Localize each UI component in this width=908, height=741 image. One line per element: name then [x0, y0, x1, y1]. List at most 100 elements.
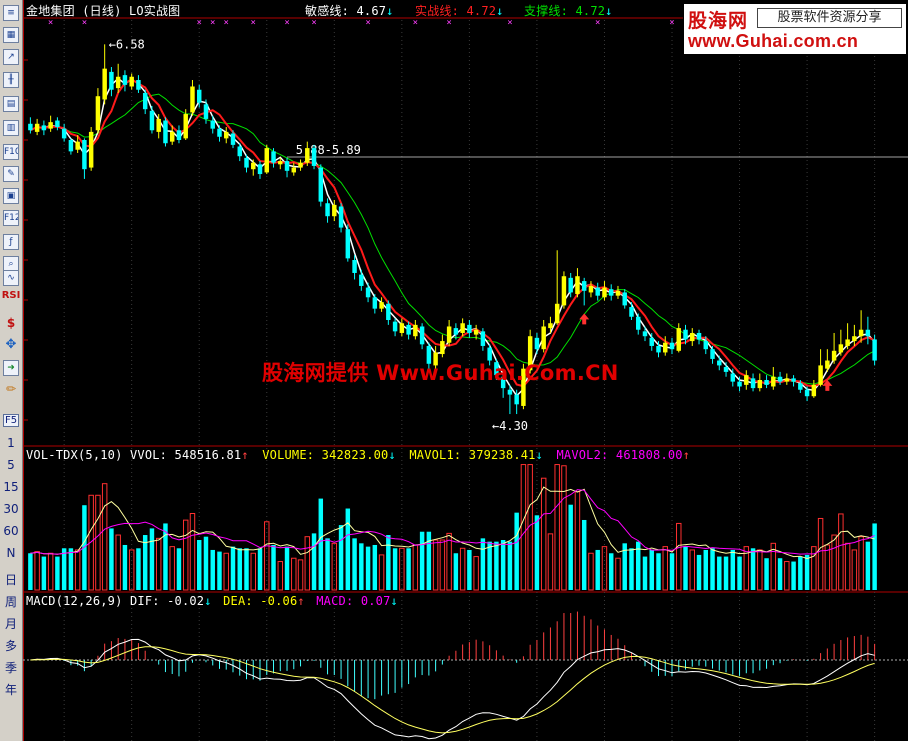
period-button-1[interactable]: 1: [0, 436, 22, 450]
period-button-12[interactable]: 年: [0, 681, 22, 698]
macd-header: MACD(12,26,9) DIF: -0.02↓ DEA: -0.06↑ MA…: [26, 594, 398, 608]
candle-body: [852, 336, 857, 342]
candle-body: [129, 76, 134, 87]
candle-body: [723, 367, 729, 372]
volume-bar: [764, 558, 769, 590]
formula-icon[interactable]: ƒ: [3, 234, 19, 250]
volume-bar: [432, 539, 439, 591]
candle-body: [291, 167, 297, 173]
candle-body: [48, 122, 53, 129]
support-value: 4.72: [575, 4, 606, 18]
volume-bar: [311, 533, 317, 590]
grid-icon[interactable]: ▦: [3, 27, 19, 43]
period-button-6[interactable]: N: [0, 546, 22, 560]
candle-body: [554, 303, 560, 324]
volume-bar: [703, 549, 709, 590]
candle-body: [163, 120, 168, 144]
candle-body: [656, 345, 661, 353]
guhai-logo[interactable]: 股海网 股票软件资源分享 www.Guhai.com.cn: [684, 4, 906, 54]
candle-body: [534, 337, 540, 350]
period-button-8[interactable]: 周: [0, 593, 22, 610]
money-icon[interactable]: $: [3, 316, 19, 332]
vol-header: VOL-TDX(5,10) VVOL: 548516.81↑ VOLUME: 3…: [26, 448, 690, 462]
candle-body: [703, 341, 709, 350]
period-button-10[interactable]: 多: [0, 637, 22, 654]
vol-title: VOL-TDX(5,10): [26, 448, 123, 462]
table-icon[interactable]: ▤: [3, 96, 19, 112]
period-button-11[interactable]: 季: [0, 659, 22, 676]
volume-bar: [277, 561, 284, 591]
rsi-icon[interactable]: RSI: [0, 290, 22, 301]
volume-bar: [554, 464, 560, 591]
volume-bar: [230, 546, 236, 590]
volume-bar: [237, 548, 242, 590]
volume-bar: [459, 547, 466, 591]
dif-label: DIF:: [129, 594, 160, 608]
volume-bar: [669, 553, 675, 590]
volume-bar: [203, 536, 209, 590]
candle-body: [359, 274, 364, 286]
signal-marker: ×: [311, 18, 316, 28]
candle-body: [115, 76, 121, 89]
volume-bar: [520, 464, 527, 591]
volume-bar: [608, 553, 614, 590]
volume-bar: [115, 534, 121, 591]
volume-bar: [244, 548, 249, 590]
line-chart-icon[interactable]: ↗: [3, 49, 19, 65]
period-button-2[interactable]: 5: [0, 458, 22, 472]
volume-bar: [851, 549, 858, 591]
period-button-9[interactable]: 月: [0, 615, 22, 632]
report-icon[interactable]: ▥: [3, 120, 19, 136]
volume-bar: [359, 543, 364, 590]
exit-icon[interactable]: ➜: [3, 360, 19, 376]
candlestick-icon[interactable]: ╫: [3, 72, 19, 88]
candle-body: [68, 140, 74, 152]
candle-body: [507, 389, 513, 395]
vvol-arrow: ↑: [241, 448, 249, 462]
pencil-icon[interactable]: ✏: [3, 382, 19, 398]
period-button-4[interactable]: 30: [0, 502, 22, 516]
volume-bar: [217, 551, 222, 590]
f5-icon[interactable]: F5: [3, 414, 19, 427]
volume-bar: [798, 556, 803, 590]
mavol2-line: [30, 489, 875, 555]
candle-body: [690, 332, 695, 342]
candle-body: [818, 365, 823, 385]
volume-bar: [122, 544, 128, 590]
combat-value: 4.72: [466, 4, 497, 18]
period-button-7[interactable]: 日: [0, 571, 22, 588]
volume-bar: [412, 544, 419, 591]
volume-bar: [149, 528, 155, 590]
candle-body: [642, 331, 648, 337]
f12-icon[interactable]: F12: [3, 210, 19, 226]
candle-body: [663, 342, 668, 353]
candle-body: [251, 162, 256, 170]
candle-body: [629, 307, 634, 317]
list-icon[interactable]: ≡: [3, 5, 19, 21]
volume-bar: [47, 552, 54, 591]
volume-bar: [210, 549, 215, 590]
candle-body: [365, 287, 371, 298]
f10-icon[interactable]: F10: [3, 144, 19, 160]
candle-body: [480, 331, 486, 346]
candle-body: [568, 277, 573, 293]
volume-bar: [730, 549, 736, 590]
volume-bar: [28, 553, 33, 590]
candle-body: [392, 321, 398, 332]
indicator-icon[interactable]: ∿: [3, 270, 19, 286]
candle-body: [109, 71, 114, 90]
candle-body: [183, 114, 188, 139]
period-button-3[interactable]: 15: [0, 480, 22, 494]
volume-bar: [629, 548, 634, 590]
sensitive-value: 4.67: [356, 4, 387, 18]
notes-icon[interactable]: ✎: [3, 166, 19, 182]
volume-bar: [345, 508, 351, 590]
volume-bar: [392, 548, 398, 590]
candle-body: [730, 373, 736, 382]
document-icon[interactable]: ▣: [3, 188, 19, 204]
candle-body: [608, 289, 614, 296]
volume-bar: [41, 556, 47, 590]
period-button-5[interactable]: 60: [0, 524, 22, 538]
move-icon[interactable]: ✥: [3, 338, 19, 354]
candle-body: [264, 148, 269, 173]
